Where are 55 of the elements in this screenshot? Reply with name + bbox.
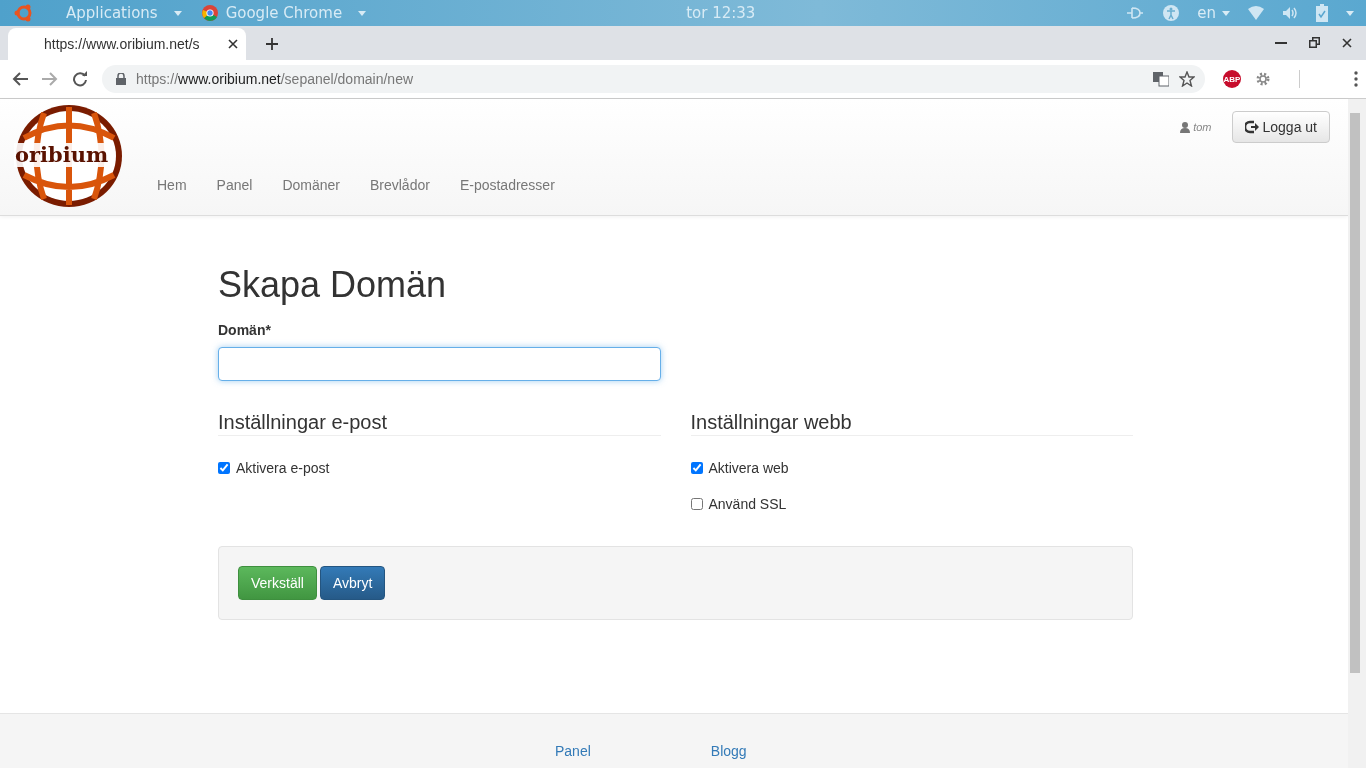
adblock-extension-button[interactable]: ABP	[1223, 70, 1241, 88]
reload-icon[interactable]	[72, 71, 88, 87]
menu-icon[interactable]	[1354, 71, 1358, 87]
logout-button[interactable]: Logga ut	[1231, 111, 1330, 143]
checkbox-label: Aktivera web	[708, 460, 789, 476]
field-label: Domän*	[218, 322, 272, 338]
wifi-icon[interactable]	[1248, 6, 1264, 20]
close-tab-icon[interactable]	[228, 39, 238, 49]
plug-icon[interactable]	[1127, 6, 1146, 20]
browser-tab[interactable]: https://www.oribium.net/s	[8, 28, 246, 60]
page-title: Skapa Domän	[218, 264, 448, 306]
caret-icon[interactable]	[1346, 10, 1354, 16]
domain-input-field[interactable]	[218, 347, 661, 381]
user-name[interactable]: tom	[1180, 121, 1212, 133]
caret-icon[interactable]	[1222, 10, 1230, 16]
logout-icon	[1244, 120, 1259, 134]
address-bar[interactable]: https://www.oribium.net/sepanel/domain/new	[102, 65, 1205, 93]
section-heading: Inställningar e-post	[218, 411, 661, 436]
star-icon[interactable]	[1179, 71, 1195, 87]
footer-link[interactable]: Panel	[555, 743, 591, 759]
applications-menu[interactable]: Applications	[66, 4, 158, 22]
forward-icon[interactable]	[42, 72, 58, 86]
gear-icon[interactable]	[1255, 71, 1271, 87]
caret-icon[interactable]	[173, 10, 182, 16]
chrome-icon	[201, 5, 218, 21]
accessibility-icon[interactable]	[1163, 5, 1180, 21]
lock-icon	[116, 73, 126, 85]
checkbox-label: Aktivera e-post	[236, 460, 330, 476]
cancel-button[interactable]: Avbryt	[319, 566, 386, 600]
nav-link[interactable]: Panel	[201, 177, 268, 193]
section-heading: Inställningar webb	[690, 411, 1133, 436]
new-tab-icon[interactable]	[266, 38, 278, 50]
caret-icon[interactable]	[358, 10, 367, 16]
restore-icon[interactable]	[1309, 37, 1320, 48]
footer-link[interactable]: Blogg	[710, 743, 747, 759]
close-icon[interactable]	[1342, 37, 1352, 48]
nav-link[interactable]: Brevlådor	[354, 177, 445, 193]
user-icon	[1180, 121, 1191, 133]
scrollbar[interactable]	[1348, 99, 1366, 768]
tab-title: https://www.oribium.net/s	[44, 36, 201, 52]
logo-text: oribium	[14, 143, 110, 167]
checkbox-label: Använd SSL	[708, 496, 787, 512]
checkbox[interactable]	[690, 462, 703, 474]
minimize-icon[interactable]	[1275, 41, 1287, 44]
checkbox[interactable]	[218, 462, 230, 474]
translate-icon[interactable]	[1153, 71, 1169, 87]
url-text: https://www.oribium.net/sepanel/domain/new	[136, 71, 415, 87]
nav-link[interactable]: E-postadresser	[444, 177, 570, 193]
battery-icon[interactable]	[1316, 4, 1328, 22]
checkbox[interactable]	[690, 498, 703, 510]
volume-icon[interactable]	[1282, 6, 1298, 20]
back-icon[interactable]	[12, 72, 28, 86]
nav-link[interactable]: Hem	[142, 177, 202, 193]
submit-button[interactable]: Verkställ	[238, 566, 317, 600]
nav-link[interactable]: Domäner	[267, 177, 355, 193]
